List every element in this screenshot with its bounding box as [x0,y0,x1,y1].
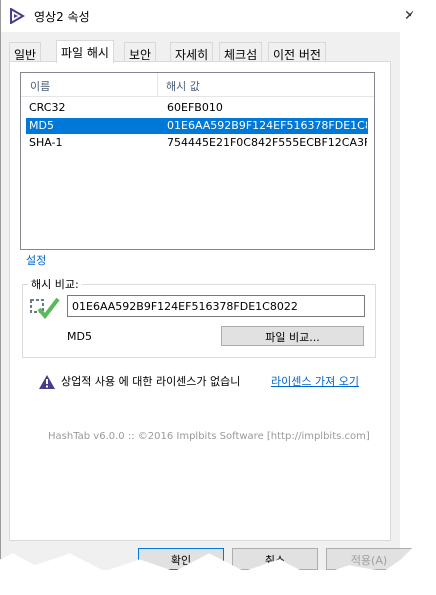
hashtab-app-icon [10,8,25,24]
cancel-button[interactable]: 취소 [232,548,318,570]
warning-icon [39,375,55,389]
hash-row-sha1[interactable]: SHA-1 754445E21F0C842F555ECBF12CA3F7... [26,135,368,151]
tab-general[interactable]: 일반 [9,42,42,62]
hash-value: 01E6AA592B9F124EF516378FDE1C8... [167,119,367,132]
window-title: 영상2 속성 [34,10,90,24]
tab-file-hash[interactable]: 파일 해시 [56,40,114,63]
ok-button[interactable]: 확인 [138,548,224,570]
hash-value: 754445E21F0C842F555ECBF12CA3F7... [167,136,367,149]
hash-compare-label: 해시 비교: [28,276,82,292]
get-license-link[interactable]: 라이센스 가져 오기 [271,373,359,389]
tab-checksum[interactable]: 체크섬 [219,42,263,62]
list-header: 이름 해시 값 [21,73,374,97]
version-footer: HashTab v6.0.0 :: ©2016 Implbits Softwar… [48,431,370,442]
hash-name: SHA-1 [29,136,63,149]
tab-previous-versions[interactable]: 이전 버전 [268,42,326,62]
hash-compare-input[interactable] [67,295,365,317]
apply-button[interactable]: 적용(A) [326,548,412,570]
compare-file-button[interactable]: 파일 비교... [221,326,364,346]
tab-details[interactable]: 자세히 [170,42,214,62]
tab-security[interactable]: 보안 [124,42,157,62]
compare-algorithm-label: MD5 [67,330,92,343]
settings-link[interactable]: 설정 [26,252,46,268]
column-divider[interactable] [157,73,158,96]
title-bar[interactable]: 영상2 속성 [1,0,401,32]
hash-list[interactable]: 이름 해시 값 CRC32 60EFB010 MD5 01E6AA592B9F1… [20,72,375,250]
properties-window: 영상2 속성 일반 파일 해시 보안 자세히 체크섬 이전 버전 ✕ 이름 해시… [0,0,423,578]
check-icon [30,297,60,320]
column-header-value[interactable]: 해시 값 [166,78,200,94]
hash-name: CRC32 [29,101,66,114]
hash-row-md5[interactable]: MD5 01E6AA592B9F124EF516378FDE1C8... [26,118,368,134]
tab-strip: 일반 파일 해시 보안 자세히 체크섬 이전 버전 [9,40,399,63]
column-header-name[interactable]: 이름 [30,78,50,94]
hash-value: 60EFB010 [167,101,223,114]
hash-row-crc32[interactable]: CRC32 60EFB010 [26,100,368,116]
license-warning-text: 상업적 사용 에 대한 라이센스가 없습니 [61,375,241,388]
close-icon[interactable]: ✕ [404,8,416,24]
hash-name: MD5 [29,119,54,132]
